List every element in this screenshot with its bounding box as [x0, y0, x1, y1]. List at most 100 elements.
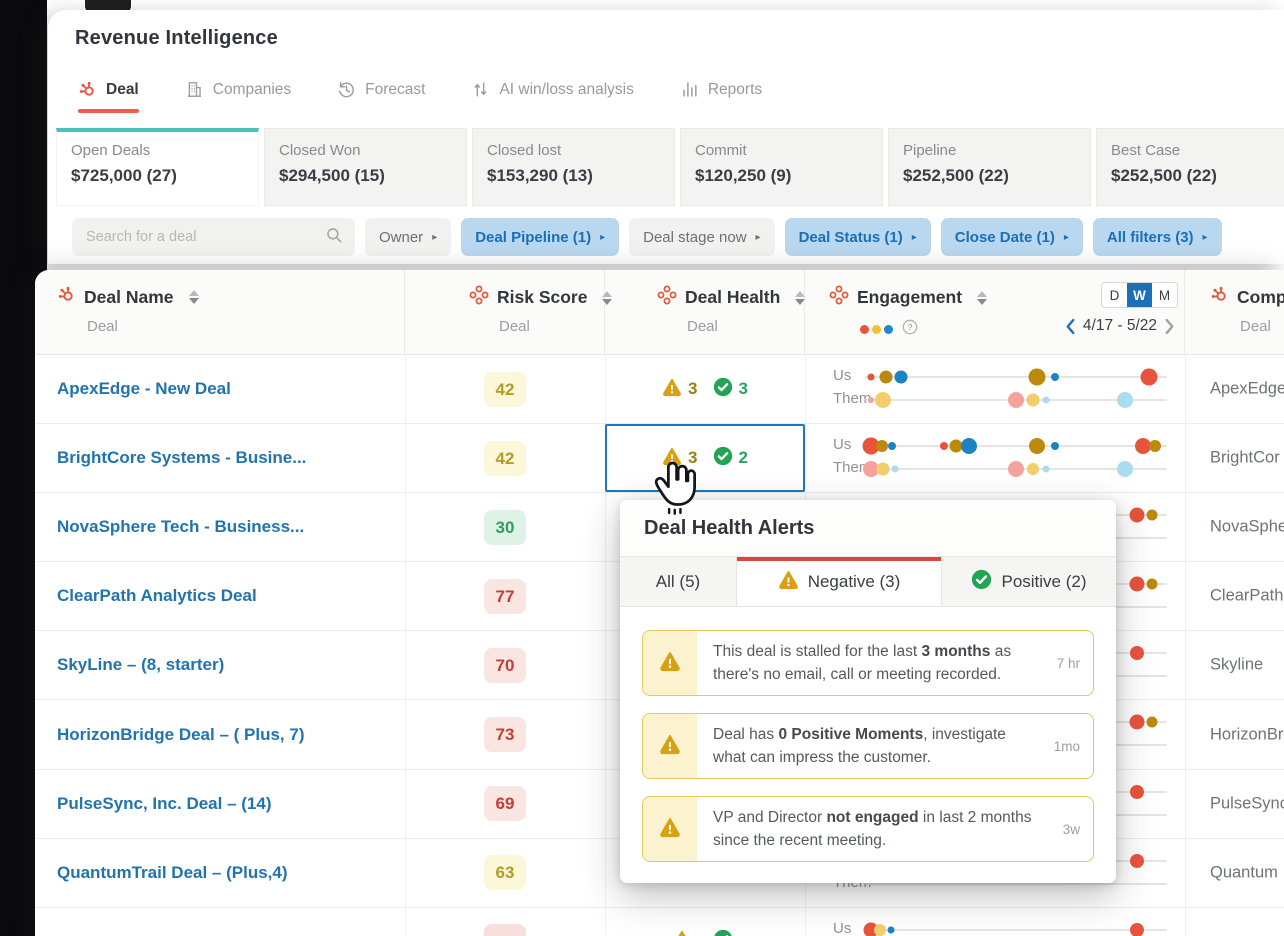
period-button-d[interactable]: D [1102, 283, 1127, 307]
card-label: Closed lost [487, 142, 674, 159]
engagement-dot [1130, 646, 1144, 660]
company-name: ClearPath [1185, 587, 1283, 606]
us-timeline [865, 376, 1167, 378]
engagement-dot [1029, 438, 1045, 454]
risk-score-badge: 42 [484, 372, 526, 407]
summary-card-open-deals[interactable]: Open Deals$725,000 (27) [56, 128, 259, 206]
search-icon [325, 226, 343, 249]
tab-forecast[interactable]: Forecast [337, 80, 425, 113]
engagement-cell: Us Them [805, 355, 1185, 423]
deal-name-link[interactable]: HorizonBridge Deal – ( Plus, 7) [57, 725, 305, 745]
prev-period-chevron[interactable] [1065, 318, 1076, 335]
deal-health-cell[interactable]: 3 3 [605, 355, 805, 423]
popover-tab-negative[interactable]: Negative (3) [737, 557, 942, 606]
help-icon[interactable]: ? [896, 319, 918, 340]
filter-bar: Owner▸ Deal Pipeline (1)▸ Deal stage now▸ D… [72, 218, 1222, 256]
sort-deal-name[interactable] [189, 290, 199, 304]
card-label: Best Case [1111, 142, 1284, 159]
tab-deal[interactable]: Deal [78, 80, 139, 113]
legend-dot [860, 325, 869, 334]
column-header-risk-score: Risk Score Deal [405, 270, 605, 354]
header-card: Revenue Intelligence DealCompaniesForeca… [48, 10, 1284, 264]
them-timeline [865, 468, 1167, 470]
engagement-dot [1130, 923, 1144, 936]
engagement-dot [1129, 577, 1144, 592]
legend-dot [872, 325, 881, 334]
summary-card-pipeline[interactable]: Pipeline$252,500 (22) [888, 128, 1091, 206]
deal-name-link[interactable]: BrightCore Systems - Busine... [57, 448, 306, 468]
date-range-nav: 4/17 - 5/22 [1065, 317, 1175, 335]
warning-icon [662, 377, 682, 402]
deal-name-link[interactable]: ClearPath Analytics Deal [57, 586, 257, 606]
company-name: PulseSync [1185, 794, 1284, 813]
popover-alerts: This deal is stalled for the last 3 mont… [620, 607, 1116, 862]
risk-score-badge: 77 [484, 579, 526, 614]
sort-deal-health[interactable] [795, 291, 805, 305]
alert-card: VP and Director not engaged in last 2 mo… [642, 796, 1094, 862]
search-field[interactable] [84, 228, 325, 246]
engagement-dot [1008, 461, 1024, 477]
engagement-dot [1026, 394, 1039, 407]
filter-chip-deal-status[interactable]: Deal Status (1)▸ [785, 218, 931, 256]
engagement-dot [875, 392, 891, 408]
next-period-chevron[interactable] [1164, 318, 1175, 335]
deal-name-link[interactable]: NovaSphere Tech - Business... [57, 517, 304, 537]
engagement-dot [868, 397, 874, 403]
engagement-dot [887, 926, 894, 933]
column-header-engagement: Engagement ? DWM 4/17 - 5/22 [805, 270, 1185, 354]
popover-tab-all[interactable]: All (5) [620, 557, 737, 606]
risk-score-badge [484, 924, 526, 936]
filter-chip-deal-pipeline[interactable]: Deal Pipeline (1)▸ [461, 218, 619, 256]
deal-name-link[interactable]: PulseSync, Inc. Deal – (14) [57, 794, 271, 814]
engagement-dot [1029, 369, 1046, 386]
filter-chip-close-date[interactable]: Close Date (1)▸ [941, 218, 1083, 256]
building-icon [185, 80, 204, 99]
period-toggle: DWM [1101, 282, 1178, 308]
engagement-dot [1117, 461, 1133, 477]
sort-engagement[interactable] [977, 291, 987, 305]
negative-count: 3 [688, 448, 697, 468]
tab-ai-win-loss[interactable]: AI win/loss analysis [471, 80, 633, 113]
company-name: Skyline [1185, 656, 1263, 675]
card-label: Pipeline [903, 142, 1090, 159]
filter-chip-deal-stage-now[interactable]: Deal stage now▸ [629, 218, 774, 256]
summary-card-commit[interactable]: Commit$120,250 (9) [680, 128, 883, 206]
chevron-right-icon: ▸ [912, 232, 917, 243]
tab-reports[interactable]: Reports [680, 80, 762, 113]
tab-companies[interactable]: Companies [185, 80, 291, 113]
engagement-cell: Us Them [805, 424, 1185, 492]
deal-health-cell[interactable]: 3 2 [605, 424, 805, 492]
deal-name-link[interactable]: QuantumTrail Deal – (Plus,4) [57, 863, 288, 883]
chevron-right-icon: ▸ [1064, 232, 1069, 243]
check-icon [713, 377, 733, 402]
popover-tab-positive[interactable]: Positive (2) [942, 557, 1116, 606]
summary-card-best-case[interactable]: Best Case$252,500 (22) [1096, 128, 1284, 206]
search-input[interactable] [72, 218, 355, 256]
bar-chart-icon [680, 80, 699, 99]
chevron-right-icon: ▸ [432, 232, 437, 243]
deal-name-link[interactable]: SkyLine – (8, starter) [57, 655, 224, 675]
column-header-deal-name: Deal Name Deal [35, 270, 405, 354]
warning-icon [778, 569, 799, 595]
us-timeline [865, 445, 1167, 447]
us-label: Us [833, 920, 851, 936]
alert-text: This deal is stalled for the last 3 mont… [697, 631, 1045, 695]
deal-name-link[interactable]: ApexEdge - New Deal [57, 379, 231, 399]
filter-chip-all-filters[interactable]: All filters (3)▸ [1093, 218, 1222, 256]
column-header-company: Comp Deal [1185, 270, 1284, 354]
summary-card-closed-won[interactable]: Closed Won$294,500 (15) [264, 128, 467, 206]
table-row: BrightCore Systems - Busine...42 3 2 Us … [35, 424, 1284, 493]
deal-health-cell[interactable] [605, 908, 805, 936]
period-button-w[interactable]: W [1127, 283, 1152, 307]
engagement-dot [1149, 440, 1161, 452]
engagement-dot [888, 442, 896, 450]
check-icon [713, 929, 733, 936]
summary-card-closed-lost[interactable]: Closed lost$153,290 (13) [472, 128, 675, 206]
us-timeline [865, 929, 1167, 931]
filter-chip-owner[interactable]: Owner▸ [365, 218, 451, 256]
alert-timestamp: 3w [1045, 797, 1093, 861]
revenue-intelligence-screen: Revenue Intelligence DealCompaniesForeca… [0, 0, 1284, 936]
period-button-m[interactable]: M [1152, 283, 1177, 307]
alert-timestamp: 1mo [1045, 714, 1093, 778]
engagement-dot [868, 374, 875, 381]
